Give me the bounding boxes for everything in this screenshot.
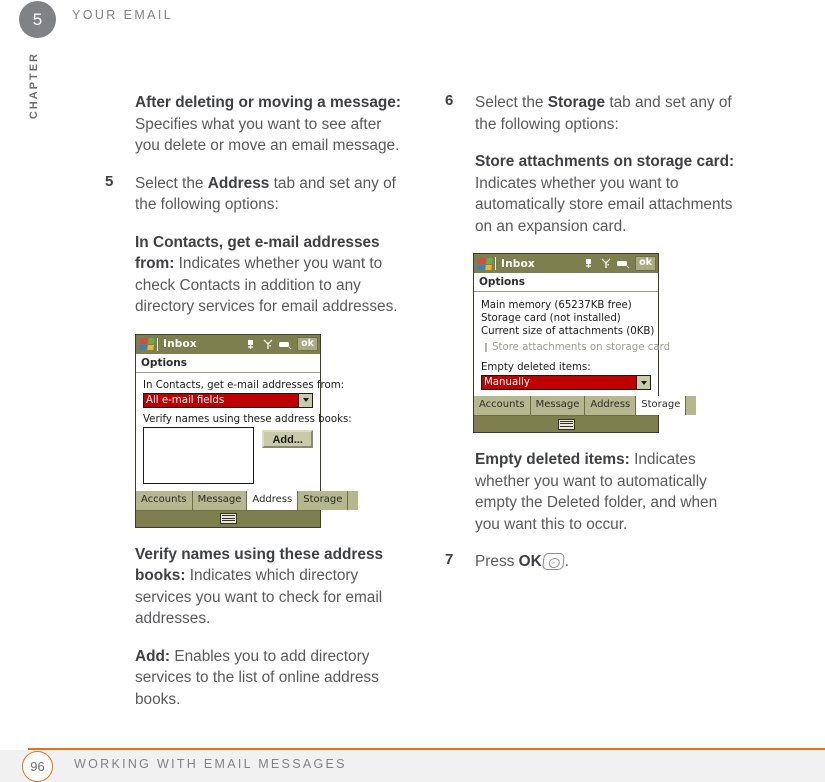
device-soft-key-bar-storage: [474, 415, 658, 432]
tab-storage[interactable]: Storage: [636, 396, 687, 415]
step-7-text-before: Press: [475, 553, 519, 570]
address-books-label: Verify names using these address books:: [143, 413, 352, 425]
windows-logo-icon: [477, 257, 493, 270]
checkbox-icon[interactable]: [485, 343, 487, 352]
ok-key-icon: ∞: [541, 553, 565, 570]
text-in-contacts: Indicates whether you want to check Cont…: [135, 255, 398, 315]
keyboard-icon[interactable]: [219, 513, 237, 524]
step-5-bold: Address: [207, 174, 270, 192]
chapter-label: CHAPTER: [28, 52, 40, 120]
device-tab-bar-address: Accounts Message Address Storage: [136, 490, 359, 510]
tab-accounts[interactable]: Accounts: [136, 490, 193, 510]
device-content-storage: Main memory (65237KB free) Storage card …: [474, 292, 670, 390]
right-column: 6 Select the Storage tab and set any of …: [445, 92, 745, 589]
info-main-memory: Main memory (65237KB free): [481, 300, 632, 311]
signal-icon: [601, 258, 611, 268]
device-ok-button-storage[interactable]: ok: [635, 256, 656, 271]
address-books-listbox[interactable]: [143, 426, 255, 484]
device-ok-button[interactable]: ok: [297, 336, 318, 352]
status-icon-group-storage: ok: [585, 254, 656, 273]
tab-bar-filler: [348, 490, 359, 510]
text-after-deleting: Specifies what you want to see after you…: [135, 115, 400, 155]
title-divider: [157, 337, 158, 351]
device-tab-bar-storage: Accounts Message Address Storage: [474, 396, 697, 415]
title-divider: [495, 257, 496, 270]
screenshot-storage-tab: Inbox ok Options Main memory (65237KB fr…: [473, 253, 745, 433]
device-subtitle-storage: Options: [474, 273, 658, 292]
connectivity-icon: [279, 341, 292, 349]
term-store-attachments: Store attachments on storage card:: [475, 153, 735, 170]
paragraph-empty-deleted: Empty deleted items: Indicates whether y…: [445, 449, 745, 535]
step-7-number: 7: [445, 551, 454, 568]
device-title-bar: Inbox ok: [136, 334, 320, 354]
footer-section-title: WORKING WITH EMAIL MESSAGES: [74, 757, 347, 771]
info-attachment-size: Current size of attachments (0KB): [481, 326, 655, 337]
tab-accounts[interactable]: Accounts: [474, 396, 531, 415]
running-head-title: YOUR EMAIL: [72, 8, 174, 22]
volume-icon: [248, 339, 254, 349]
step-5-number: 5: [105, 172, 114, 190]
status-icon-group: ok: [247, 335, 318, 354]
step-7-text-after: .: [564, 553, 569, 570]
step-6-number: 6: [445, 92, 454, 109]
store-attachments-checkbox-row[interactable]: Store attachments on storage card: [485, 342, 670, 353]
term-empty-deleted: Empty deleted items:: [475, 451, 630, 468]
chapter-number-badge: 5: [19, 1, 56, 38]
tab-message[interactable]: Message: [530, 396, 586, 415]
address-field-label: In Contacts, get e-mail addresses from:: [143, 379, 345, 391]
address-source-dropdown[interactable]: All e-mail fields: [143, 392, 313, 408]
empty-deleted-value: Manually: [484, 377, 530, 388]
keyboard-icon[interactable]: [557, 418, 575, 430]
text-add: Enables you to add directory services to…: [135, 647, 379, 708]
device-soft-key-bar: [136, 509, 320, 527]
connectivity-icon: [617, 261, 630, 269]
term-add: Add:: [135, 647, 171, 665]
text-store-attachments: Indicates whether you want to automatica…: [475, 174, 733, 235]
step-5: 5 Select the Address tab and set any of …: [105, 173, 405, 216]
step-7: 7 Press OK ∞.: [445, 551, 745, 573]
screenshot-address-tab: Inbox ok Options In Contacts, get e-mail…: [135, 333, 405, 528]
device-subtitle: Options: [136, 353, 320, 373]
device-content-address: In Contacts, get e-mail addresses from: …: [136, 372, 352, 484]
step-5-text-before: Select the: [135, 174, 208, 192]
footer-rule: [28, 748, 825, 750]
store-attachments-checkbox-label: Store attachments on storage card: [492, 342, 671, 353]
empty-deleted-dropdown[interactable]: Manually: [481, 375, 651, 390]
tab-address[interactable]: Address: [585, 396, 637, 415]
paragraph-after-deleting: After deleting or moving a message: Spec…: [105, 92, 405, 157]
signal-icon: [263, 339, 273, 349]
empty-deleted-label: Empty deleted items:: [481, 362, 591, 373]
tab-message[interactable]: Message: [192, 490, 248, 510]
step-7-bold: OK: [518, 553, 542, 570]
term-after-deleting: After deleting or moving a message:: [135, 94, 401, 111]
add-button[interactable]: Add...: [262, 429, 313, 448]
page-number-badge: 96: [22, 751, 53, 782]
step-6-text-before: Select the: [475, 94, 548, 111]
chapter-number: 5: [32, 9, 43, 29]
paragraph-verify-names: Verify names using these address books: …: [105, 544, 405, 630]
page-number: 96: [30, 759, 45, 774]
windows-logo-icon: [139, 338, 155, 350]
paragraph-add: Add: Enables you to add directory servic…: [105, 646, 405, 711]
device-screen-address: Inbox ok Options In Contacts, get e-mail…: [135, 333, 359, 528]
paragraph-in-contacts: In Contacts, get e-mail addresses from: …: [105, 232, 405, 318]
step-6-bold: Storage: [547, 94, 606, 111]
step-6: 6 Select the Storage tab and set any of …: [445, 92, 745, 135]
tab-address[interactable]: Address: [247, 490, 299, 510]
chevron-down-icon[interactable]: [298, 393, 312, 407]
device-title-text: Inbox: [163, 338, 197, 350]
device-title-bar-storage: Inbox ok: [474, 254, 658, 273]
volume-icon: [586, 259, 592, 268]
chevron-down-icon[interactable]: [636, 376, 650, 389]
device-title-text-storage: Inbox: [501, 257, 535, 270]
tab-bar-filler: [686, 396, 697, 415]
address-books-row: Add...: [143, 426, 313, 484]
tab-storage[interactable]: Storage: [298, 490, 349, 510]
address-source-value: All e-mail fields: [146, 394, 225, 406]
left-column: After deleting or moving a message: Spec…: [105, 92, 405, 726]
info-storage-card: Storage card (not installed): [481, 313, 621, 324]
paragraph-store-attachments: Store attachments on storage card: Indic…: [445, 151, 745, 237]
device-screen-storage: Inbox ok Options Main memory (65237KB fr…: [473, 253, 697, 433]
